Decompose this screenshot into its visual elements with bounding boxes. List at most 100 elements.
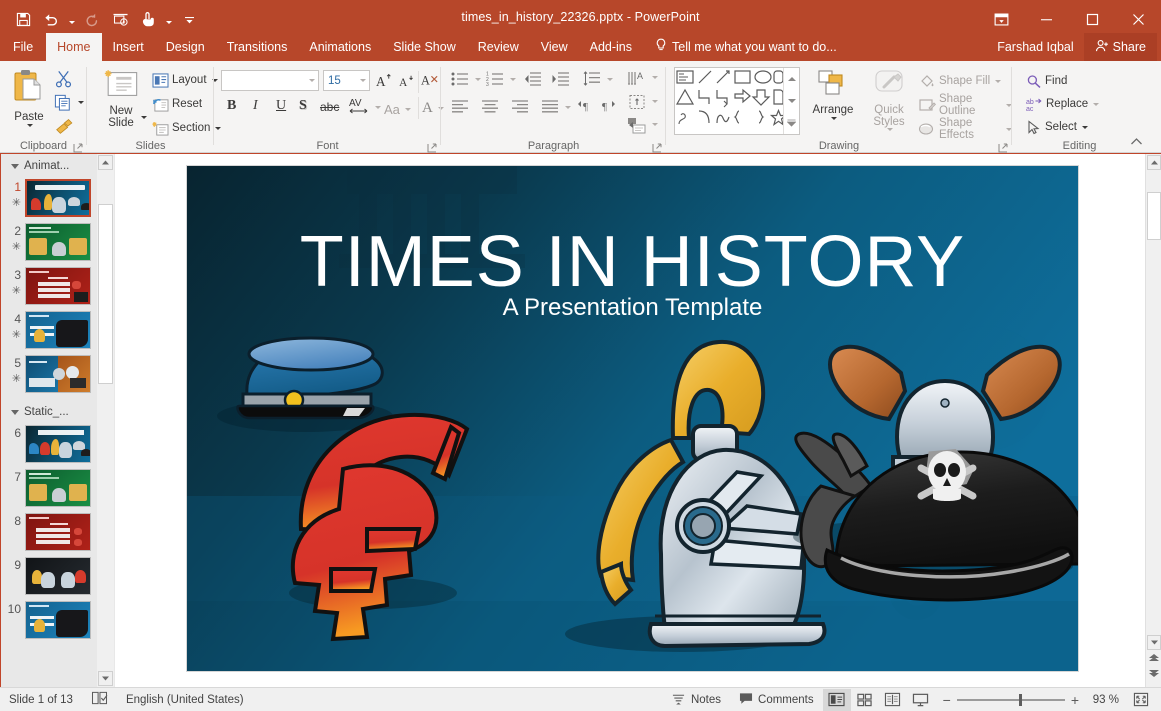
convert-to-smartart-button[interactable] <box>627 117 647 140</box>
zoom-in-button[interactable]: + <box>1071 692 1079 708</box>
underline-button[interactable]: U <box>276 98 286 114</box>
quick-styles-button[interactable]: Quick Styles <box>863 69 915 131</box>
slide-thumbnail-1[interactable] <box>25 179 91 217</box>
next-slide-button[interactable] <box>1149 665 1159 683</box>
slide-thumbnail-10[interactable] <box>25 601 91 639</box>
layout-button[interactable]: Layout <box>152 69 218 91</box>
thumbnail-pane-scrollbar[interactable] <box>97 154 114 687</box>
scroll-down-icon[interactable] <box>98 671 113 686</box>
character-spacing-dropdown-icon[interactable] <box>375 106 381 109</box>
font-dialog-launcher[interactable] <box>427 140 438 151</box>
zoom-level[interactable]: 93 % <box>1087 694 1127 706</box>
reset-button[interactable]: Reset <box>152 93 202 115</box>
slide-thumbnail-5[interactable] <box>25 355 91 393</box>
smartart-dropdown-icon[interactable] <box>652 123 658 126</box>
drawing-dialog-launcher[interactable] <box>998 140 1009 151</box>
tab-design[interactable]: Design <box>155 33 216 61</box>
tell-me-search[interactable]: Tell me what you want to do... <box>643 33 845 61</box>
comments-button[interactable]: Comments <box>730 688 823 711</box>
slide-title[interactable]: TIMES IN HISTORY <box>187 221 1078 303</box>
account-name[interactable]: Farshad Iqbal <box>987 33 1083 61</box>
text-direction-dropdown-icon[interactable] <box>652 76 658 79</box>
line-spacing-dropdown-icon[interactable] <box>607 78 613 81</box>
arrange-button[interactable]: Arrange <box>809 69 857 120</box>
shapes-gallery[interactable] <box>674 67 800 135</box>
copy-button[interactable] <box>54 94 72 116</box>
bold-button[interactable]: B <box>227 98 236 114</box>
tab-transitions[interactable]: Transitions <box>216 33 299 61</box>
tab-slide-show[interactable]: Slide Show <box>382 33 467 61</box>
font-name-input[interactable] <box>221 70 319 91</box>
font-size-dropdown-icon[interactable] <box>354 71 369 90</box>
line-spacing-button[interactable] <box>583 71 601 92</box>
quick-styles-dropdown-icon[interactable] <box>887 128 893 131</box>
slide-show-view-button[interactable] <box>907 689 935 711</box>
scrollbar-thumb[interactable] <box>98 204 113 384</box>
notes-button[interactable]: Notes <box>662 688 730 711</box>
reading-view-button[interactable] <box>879 689 907 711</box>
align-right-button[interactable] <box>511 99 529 118</box>
canvas-scrollbar[interactable] <box>1145 154 1161 687</box>
arrange-dropdown-icon[interactable] <box>831 117 837 120</box>
decrease-font-size-button[interactable]: A <box>396 71 418 92</box>
slide-counter[interactable]: Slide 1 of 13 <box>0 688 82 711</box>
bullets-button[interactable] <box>451 71 469 92</box>
slide-thumbnail-3[interactable] <box>25 267 91 305</box>
text-shadow-button[interactable]: S <box>299 98 307 114</box>
numbering-dropdown-icon[interactable] <box>510 78 516 81</box>
canvas-scrollbar-thumb[interactable] <box>1147 192 1161 240</box>
paragraph-dialog-launcher[interactable] <box>652 140 663 151</box>
font-size-input[interactable]: 15 <box>323 70 370 91</box>
paste-dropdown-icon[interactable] <box>27 124 33 127</box>
canvas-scroll-up-icon[interactable] <box>1147 155 1161 170</box>
format-painter-button[interactable] <box>54 117 74 140</box>
numbering-button[interactable]: 123 <box>486 71 504 92</box>
select-button[interactable]: Select <box>1026 116 1088 138</box>
share-button[interactable]: Share <box>1084 33 1157 61</box>
copy-dropdown-icon[interactable] <box>78 101 84 104</box>
cut-button[interactable] <box>54 69 73 93</box>
scroll-up-icon[interactable] <box>98 155 113 170</box>
zoom-knob[interactable] <box>1019 694 1022 706</box>
paste-button[interactable]: Paste <box>8 68 50 127</box>
slide-thumbnail-6[interactable] <box>25 425 91 463</box>
canvas-scroll-down-icon[interactable] <box>1147 635 1161 650</box>
tab-animations[interactable]: Animations <box>298 33 382 61</box>
italic-button[interactable]: I <box>253 98 258 114</box>
clear-formatting-button[interactable]: A <box>419 70 441 91</box>
clipboard-dialog-launcher[interactable] <box>73 140 84 151</box>
section-button[interactable]: Section <box>152 117 221 139</box>
tab-add-ins[interactable]: Add-ins <box>579 33 643 61</box>
section-collapse-icon-2[interactable] <box>11 410 19 415</box>
tab-insert[interactable]: Insert <box>102 33 155 61</box>
align-center-button[interactable] <box>481 99 499 118</box>
new-slide-dropdown-icon[interactable] <box>141 116 147 119</box>
shape-fill-button[interactable]: Shape Fill <box>918 70 1001 92</box>
slide-thumbnail-2[interactable] <box>25 223 91 261</box>
align-left-button[interactable] <box>451 99 469 118</box>
zoom-track[interactable] <box>957 699 1065 701</box>
justify-button[interactable] <box>541 99 559 118</box>
increase-indent-button[interactable] <box>551 71 570 92</box>
align-text-button[interactable] <box>629 94 646 115</box>
bullets-dropdown-icon[interactable] <box>475 78 481 81</box>
shapes-more-icon[interactable] <box>784 112 799 134</box>
slide-thumbnail-8[interactable] <box>25 513 91 551</box>
current-slide[interactable]: TIMES IN HISTORY A Presentation Template <box>187 166 1078 671</box>
normal-view-button[interactable] <box>823 689 851 711</box>
rtl-button[interactable]: ¶ <box>601 99 619 118</box>
slide-thumbnail-7[interactable] <box>25 469 91 507</box>
text-direction-button[interactable]: A <box>627 70 647 93</box>
slide-canvas[interactable]: TIMES IN HISTORY A Presentation Template <box>115 154 1145 687</box>
new-slide-button[interactable]: New Slide <box>96 68 146 129</box>
shape-effects-button[interactable]: Shape Effects <box>918 118 1012 140</box>
tab-view[interactable]: View <box>530 33 579 61</box>
slide-subtitle[interactable]: A Presentation Template <box>187 294 1078 322</box>
shape-outline-button[interactable]: Shape Outline <box>918 94 1012 116</box>
zoom-slider[interactable]: − + <box>935 692 1087 708</box>
slide-sorter-view-button[interactable] <box>851 689 879 711</box>
change-case-button[interactable]: Aa <box>384 98 411 120</box>
collapse-ribbon-button[interactable] <box>1130 134 1143 152</box>
zoom-out-button[interactable]: − <box>943 692 951 708</box>
character-spacing-button[interactable]: AV <box>348 95 370 120</box>
